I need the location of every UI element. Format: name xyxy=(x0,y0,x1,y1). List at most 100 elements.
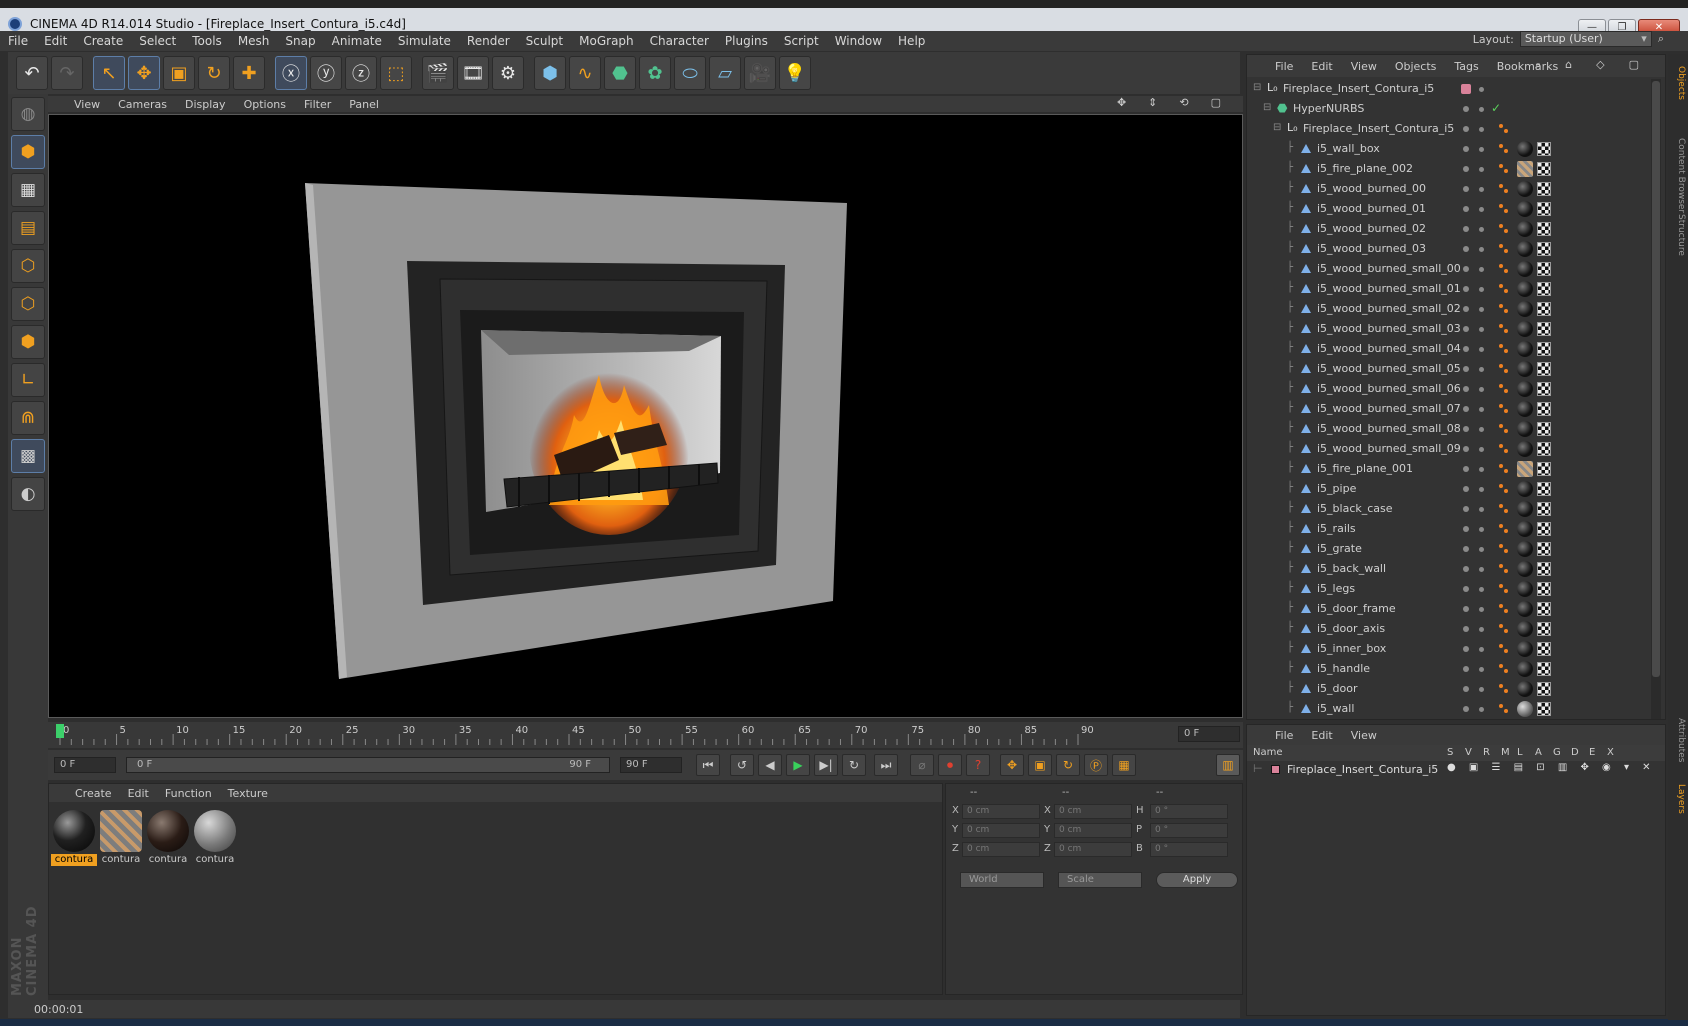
redo-button[interactable]: ↷ xyxy=(51,56,83,90)
expand-toggle-icon[interactable]: ⊟ xyxy=(1273,122,1281,133)
object-row[interactable]: ├ i5_wood_burned_00 xyxy=(1247,179,1647,199)
render-visibility-dot[interactable] xyxy=(1479,147,1484,152)
editor-visibility-dot[interactable] xyxy=(1463,686,1469,692)
world-dropdown[interactable]: World xyxy=(960,872,1044,888)
layer-column-l[interactable]: L xyxy=(1517,747,1523,758)
phong-tag-icon[interactable] xyxy=(1499,204,1509,214)
phong-tag-icon[interactable] xyxy=(1499,244,1509,254)
material-tag-icon[interactable] xyxy=(1517,621,1533,637)
object-row[interactable]: ├ i5_pipe xyxy=(1247,479,1647,499)
search-icon[interactable]: ⌕ xyxy=(1658,32,1664,46)
phong-tag-icon[interactable] xyxy=(1499,124,1509,134)
material-tag-icon[interactable] xyxy=(1517,541,1533,557)
uvw-tag-icon[interactable] xyxy=(1537,182,1551,196)
uvw-tag-icon[interactable] xyxy=(1537,622,1551,636)
editor-visibility-dot[interactable] xyxy=(1463,126,1469,132)
material-tag-icon[interactable] xyxy=(1517,141,1533,157)
menu-snap[interactable]: Snap xyxy=(285,34,315,48)
render-visibility-dot[interactable] xyxy=(1479,627,1484,632)
object-menu-edit[interactable]: Edit xyxy=(1311,60,1332,73)
render-visibility-dot[interactable] xyxy=(1479,307,1484,312)
side-tab-attributes[interactable]: Attributes xyxy=(1670,718,1686,762)
material-slot[interactable]: contura xyxy=(98,810,144,866)
material-tag-icon[interactable] xyxy=(1517,701,1533,717)
render-visibility-dot[interactable] xyxy=(1479,467,1484,472)
editor-visibility-dot[interactable] xyxy=(1463,326,1469,332)
dolly-icon[interactable]: ⇕ xyxy=(1148,96,1157,112)
phong-tag-icon[interactable] xyxy=(1499,404,1509,414)
uvw-tag-icon[interactable] xyxy=(1537,662,1551,676)
object-menu-file[interactable]: File xyxy=(1275,60,1293,73)
camera-icon[interactable]: 🎥 xyxy=(744,56,776,90)
texture-mode-icon[interactable]: ▦ xyxy=(11,173,45,207)
rotate-tool-icon[interactable]: ↻ xyxy=(198,56,230,90)
material-tag-icon[interactable] xyxy=(1517,661,1533,677)
menu-window[interactable]: Window xyxy=(835,34,882,48)
material-tag-icon[interactable] xyxy=(1517,281,1533,297)
uvw-tag-icon[interactable] xyxy=(1537,602,1551,616)
uvw-tag-icon[interactable] xyxy=(1537,502,1551,516)
z-axis-lock-icon[interactable]: ⓩ xyxy=(345,56,377,90)
autokey-icon[interactable]: ⏺ xyxy=(938,754,962,776)
uvw-tag-icon[interactable] xyxy=(1537,702,1551,716)
editor-visibility-dot[interactable] xyxy=(1463,406,1469,412)
orbit-icon[interactable]: ⟲ xyxy=(1179,96,1188,112)
workplane-mode-icon[interactable]: ▤ xyxy=(11,211,45,245)
editor-visibility-dot[interactable] xyxy=(1463,366,1469,372)
render-visibility-dot[interactable] xyxy=(1479,447,1484,452)
layer-column-r[interactable]: R xyxy=(1483,747,1490,758)
menu-simulate[interactable]: Simulate xyxy=(398,34,451,48)
up-icon[interactable]: ◇ xyxy=(1596,58,1604,72)
phong-tag-icon[interactable] xyxy=(1499,564,1509,574)
object-row[interactable]: ├ i5_wood_burned_03 xyxy=(1247,239,1647,259)
render-visibility-dot[interactable] xyxy=(1479,387,1484,392)
x-axis-lock-icon[interactable]: ⓧ xyxy=(275,56,307,90)
material-tag-icon[interactable] xyxy=(1517,201,1533,217)
floor-icon[interactable]: ▱ xyxy=(709,56,741,90)
render-visibility-dot[interactable] xyxy=(1479,187,1484,192)
phong-tag-icon[interactable] xyxy=(1499,664,1509,674)
object-row[interactable]: ├ i5_grate xyxy=(1247,539,1647,559)
size-field[interactable]: 0 cm xyxy=(1054,804,1132,819)
live-selection-tool-icon[interactable]: ↖ xyxy=(93,56,125,90)
layer-menu-edit[interactable]: Edit xyxy=(1311,729,1332,742)
phong-tag-icon[interactable] xyxy=(1499,544,1509,554)
phong-tag-icon[interactable] xyxy=(1499,324,1509,334)
material-tag-icon[interactable] xyxy=(1517,361,1533,377)
render-visibility-dot[interactable] xyxy=(1479,287,1484,292)
phong-tag-icon[interactable] xyxy=(1499,224,1509,234)
editor-visibility-dot[interactable] xyxy=(1463,666,1469,672)
go-to-start-icon[interactable]: ⏮ xyxy=(696,754,720,776)
layer-column-name[interactable]: Name xyxy=(1253,747,1283,758)
editor-visibility-dot[interactable] xyxy=(1463,146,1469,152)
render-settings-icon[interactable]: ⚙ xyxy=(492,56,524,90)
object-row[interactable]: ├ i5_door xyxy=(1247,679,1647,699)
material-tag-icon[interactable] xyxy=(1517,401,1533,417)
editor-visibility-dot[interactable] xyxy=(1463,346,1469,352)
object-row[interactable]: ├ i5_wood_burned_small_06 xyxy=(1247,379,1647,399)
object-row[interactable]: ⊟ L₀ Fireplace_Insert_Contura_i5 xyxy=(1247,79,1647,99)
frame-range-slider[interactable]: 0 F 90 F xyxy=(126,757,610,773)
light-icon[interactable]: 💡 xyxy=(779,56,811,90)
array-icon[interactable]: ✿ xyxy=(639,56,671,90)
key-parameter-icon[interactable]: Ⓟ xyxy=(1084,754,1108,776)
render-visibility-dot[interactable] xyxy=(1479,547,1484,552)
layer-column-x[interactable]: X xyxy=(1607,747,1614,758)
material-tag-icon[interactable] xyxy=(1517,341,1533,357)
uvw-tag-icon[interactable] xyxy=(1537,262,1551,276)
menu-mesh[interactable]: Mesh xyxy=(238,34,270,48)
uvw-tag-icon[interactable] xyxy=(1537,422,1551,436)
render-visibility-dot[interactable] xyxy=(1479,327,1484,332)
editor-visibility-dot[interactable] xyxy=(1463,246,1469,252)
object-row[interactable]: ├ i5_wall xyxy=(1247,699,1647,719)
editor-visibility-dot[interactable] xyxy=(1463,606,1469,612)
material-tag-icon[interactable] xyxy=(1517,241,1533,257)
editor-visibility-dot[interactable] xyxy=(1463,706,1469,712)
editor-visibility-dot[interactable] xyxy=(1463,546,1469,552)
object-row[interactable]: ├ i5_door_axis xyxy=(1247,619,1647,639)
uvw-tag-icon[interactable] xyxy=(1537,542,1551,556)
object-menu-objects[interactable]: Objects xyxy=(1395,60,1437,73)
material-tag-icon[interactable] xyxy=(1517,681,1533,697)
uvw-tag-icon[interactable] xyxy=(1537,642,1551,656)
position-field[interactable]: 0 cm xyxy=(962,804,1040,819)
